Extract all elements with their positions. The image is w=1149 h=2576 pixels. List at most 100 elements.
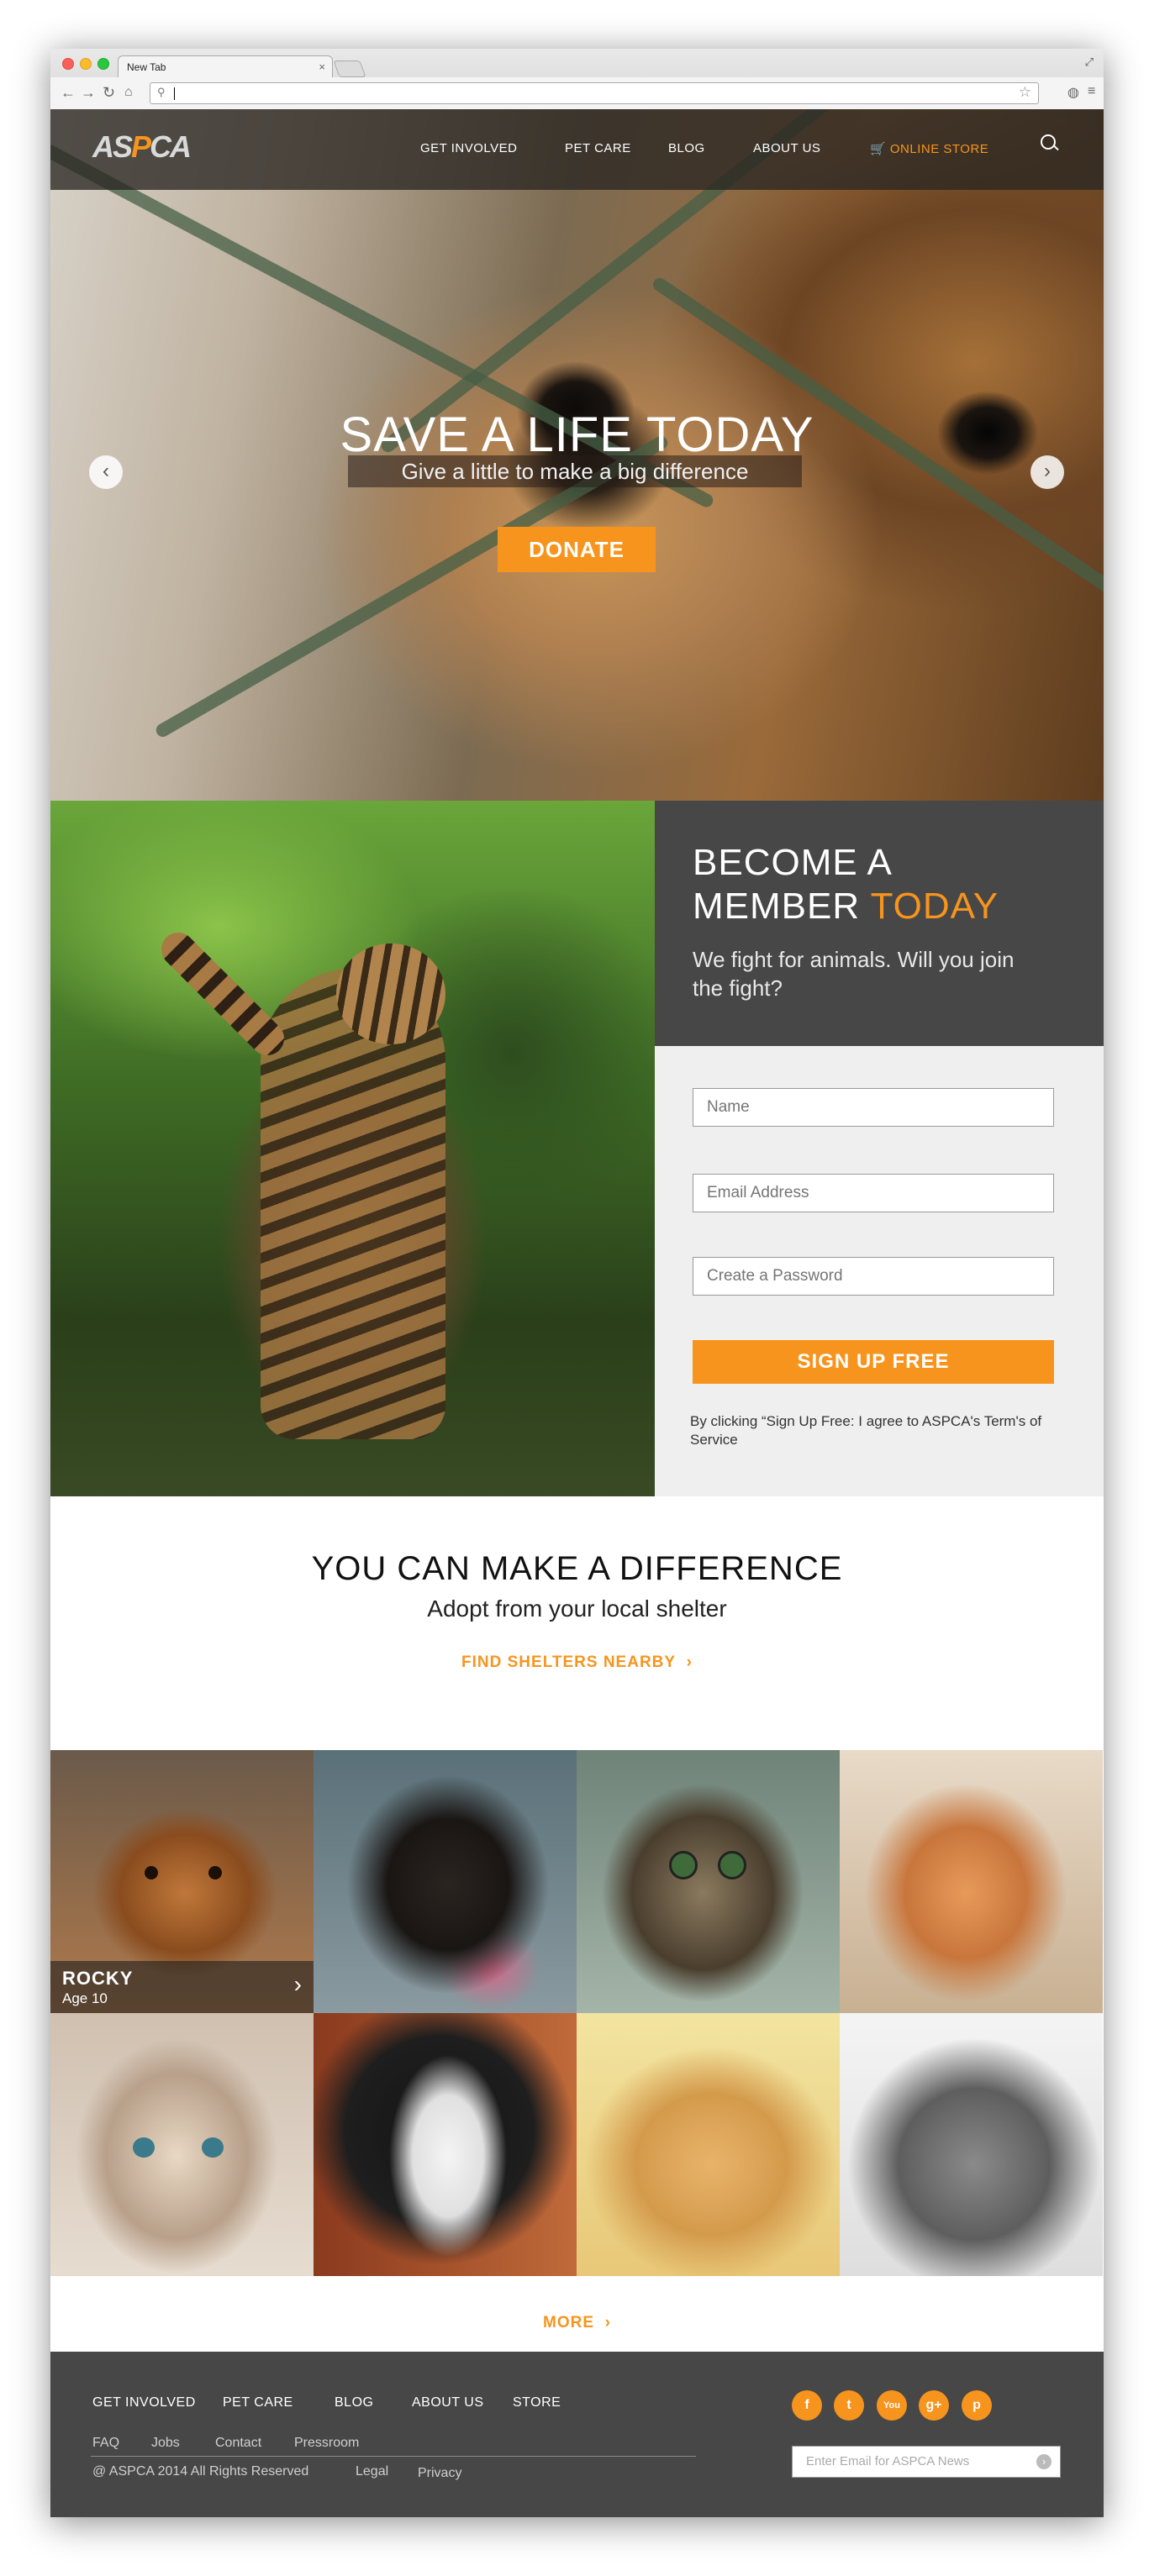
twitter-icon[interactable]: t: [834, 2390, 864, 2421]
facebook-icon[interactable]: f: [792, 2390, 822, 2421]
footer-nav-blog[interactable]: BLOG: [335, 2395, 373, 2410]
nav-blog[interactable]: BLOG: [668, 141, 705, 155]
hero-banner: SAVE A LIFE TODAY Give a little to make …: [50, 109, 1104, 801]
browser-window: New Tab × ⤢ ← → ↻ ⌂ ⚲ ☆ ◍ ≡ SAVE A LIFE …: [50, 49, 1104, 2517]
difference-title: YOU CAN MAKE A DIFFERENCE: [311, 1550, 843, 1587]
footer-link-pressroom[interactable]: Pressroom: [294, 2436, 359, 2451]
name-field[interactable]: [693, 1088, 1054, 1127]
member-title-line: BECOME A: [693, 842, 893, 883]
pet-card[interactable]: [314, 1750, 577, 2013]
pet-card[interactable]: [50, 2013, 314, 2276]
pinterest-icon[interactable]: p: [962, 2390, 992, 2421]
extension-icon[interactable]: ◍: [1067, 84, 1079, 101]
pet-eye: [208, 1866, 222, 1879]
pet-card[interactable]: [577, 1750, 840, 2013]
pet-card[interactable]: [314, 2013, 577, 2276]
donate-button[interactable]: DONATE: [498, 527, 656, 572]
tab-close-icon[interactable]: ×: [319, 56, 325, 78]
cat-photo: [50, 801, 655, 1496]
footer-link-faq[interactable]: FAQ: [92, 2436, 119, 2451]
footer-nav-about-us[interactable]: ABOUT US: [412, 2395, 484, 2410]
pet-eye: [669, 1851, 698, 1879]
chevron-right-icon: ›: [604, 2314, 611, 2332]
submit-arrow-icon[interactable]: ›: [1036, 2454, 1051, 2469]
pet-name: ROCKY: [62, 1968, 134, 1989]
maximize-window-button[interactable]: [98, 58, 109, 70]
pet-eye: [202, 2137, 224, 2158]
close-window-button[interactable]: [62, 58, 74, 70]
pet-caption[interactable]: ROCKY Age 10 ›: [50, 1961, 314, 2013]
find-shelters-link[interactable]: FIND SHELTERS NEARBY ›: [50, 1653, 1104, 1672]
member-title: BECOME A MEMBER TODAY: [693, 841, 999, 928]
footer-nav-store[interactable]: STORE: [513, 2395, 561, 2410]
member-subtitle: We fight for animals. Will you join the …: [693, 947, 1015, 1001]
store-label: ONLINE STORE: [889, 142, 989, 156]
footer-link-legal[interactable]: Legal: [356, 2464, 388, 2479]
terms-text: By clicking “Sign Up Free: I agree to AS…: [690, 1413, 1042, 1448]
address-bar[interactable]: ⚲ ☆: [150, 82, 1039, 104]
sign-up-button[interactable]: SIGN UP FREE: [693, 1340, 1054, 1384]
newsletter-placeholder: Enter Email for ASPCA News: [806, 2454, 970, 2468]
footer-nav-get-involved[interactable]: GET INVOLVED: [92, 2395, 196, 2410]
aspca-logo[interactable]: ASPCA: [92, 129, 192, 165]
member-title-line: MEMBER: [693, 886, 861, 927]
menu-icon[interactable]: ≡: [1088, 84, 1095, 99]
newsletter-input[interactable]: Enter Email for ASPCA News ›: [792, 2446, 1061, 2478]
minimize-window-button[interactable]: [80, 58, 92, 70]
footer-link-privacy[interactable]: Privacy: [418, 2466, 461, 2481]
hero-subtitle: Give a little to make a big difference: [348, 455, 802, 487]
window-controls: [62, 58, 109, 70]
carousel-next-icon[interactable]: ›: [1030, 455, 1064, 489]
password-field[interactable]: [693, 1257, 1054, 1296]
carousel-prev-icon[interactable]: ‹: [89, 455, 123, 489]
back-icon[interactable]: ←: [61, 84, 76, 101]
cat-body: [261, 969, 445, 1439]
copyright-text: @ ASPCA 2014 All Rights Reserved: [92, 2464, 309, 2479]
bookmark-star-icon[interactable]: ☆: [1019, 84, 1031, 101]
pet-eye: [133, 2137, 155, 2158]
tab-title: New Tab: [127, 61, 166, 73]
pet-card[interactable]: ROCKY Age 10 ›: [50, 1750, 314, 2013]
pet-card[interactable]: [577, 2013, 840, 2276]
more-pets-link[interactable]: MORE ›: [50, 2314, 1104, 2332]
browser-tab[interactable]: New Tab ×: [118, 55, 333, 77]
footer-nav-pet-care[interactable]: PET CARE: [223, 2395, 293, 2410]
nav-about-us[interactable]: ABOUT US: [753, 141, 820, 155]
nav-pet-care[interactable]: PET CARE: [565, 141, 631, 155]
footer-divider: [91, 2456, 696, 2457]
find-shelters-label: FIND SHELTERS NEARBY: [461, 1653, 677, 1671]
pet-eye: [718, 1851, 746, 1879]
nav-get-involved[interactable]: GET INVOLVED: [420, 141, 517, 155]
chevron-right-icon: ›: [686, 1653, 693, 1671]
site-footer: GET INVOLVED PET CARE BLOG ABOUT US STOR…: [50, 2352, 1104, 2517]
new-tab-button[interactable]: [333, 60, 366, 77]
pet-card[interactable]: [840, 2013, 1103, 2276]
text-cursor: [174, 87, 175, 100]
member-panel: BECOME A MEMBER TODAY We fight for anima…: [655, 801, 1104, 1046]
difference-subtitle: Adopt from your local shelter: [427, 1596, 727, 1622]
pet-card[interactable]: [840, 1750, 1103, 2013]
footer-link-jobs[interactable]: Jobs: [151, 2436, 180, 2451]
search-icon[interactable]: [1041, 134, 1056, 150]
pet-eye: [145, 1866, 158, 1879]
logo-accent: P: [131, 129, 151, 164]
more-label: MORE: [543, 2314, 595, 2332]
email-field[interactable]: [693, 1174, 1054, 1212]
reload-icon[interactable]: ↻: [103, 84, 115, 101]
nav-online-store[interactable]: 🛒 ONLINE STORE: [870, 141, 988, 156]
search-icon: ⚲: [157, 86, 166, 98]
signup-form: SIGN UP FREE By clicking “Sign Up Free: …: [655, 1046, 1104, 1496]
browser-toolbar: ← → ↻ ⌂ ⚲ ☆ ◍ ≡: [50, 77, 1104, 109]
browser-chrome: New Tab × ⤢ ← → ↻ ⌂ ⚲ ☆ ◍ ≡: [50, 49, 1104, 110]
forward-icon[interactable]: →: [81, 84, 96, 101]
site-header: ASPCA GET INVOLVED PET CARE BLOG ABOUT U…: [50, 109, 1104, 190]
home-icon[interactable]: ⌂: [124, 84, 133, 101]
logo-text: AS: [92, 129, 133, 164]
google-plus-icon[interactable]: g+: [919, 2390, 949, 2421]
footer-link-contact[interactable]: Contact: [215, 2436, 261, 2451]
logo-text: CA: [150, 129, 192, 164]
chevron-right-icon[interactable]: ›: [294, 1971, 302, 1998]
cat-head: [336, 944, 445, 1044]
fullscreen-icon[interactable]: ⤢: [1085, 55, 1094, 69]
youtube-icon[interactable]: You: [877, 2390, 907, 2421]
